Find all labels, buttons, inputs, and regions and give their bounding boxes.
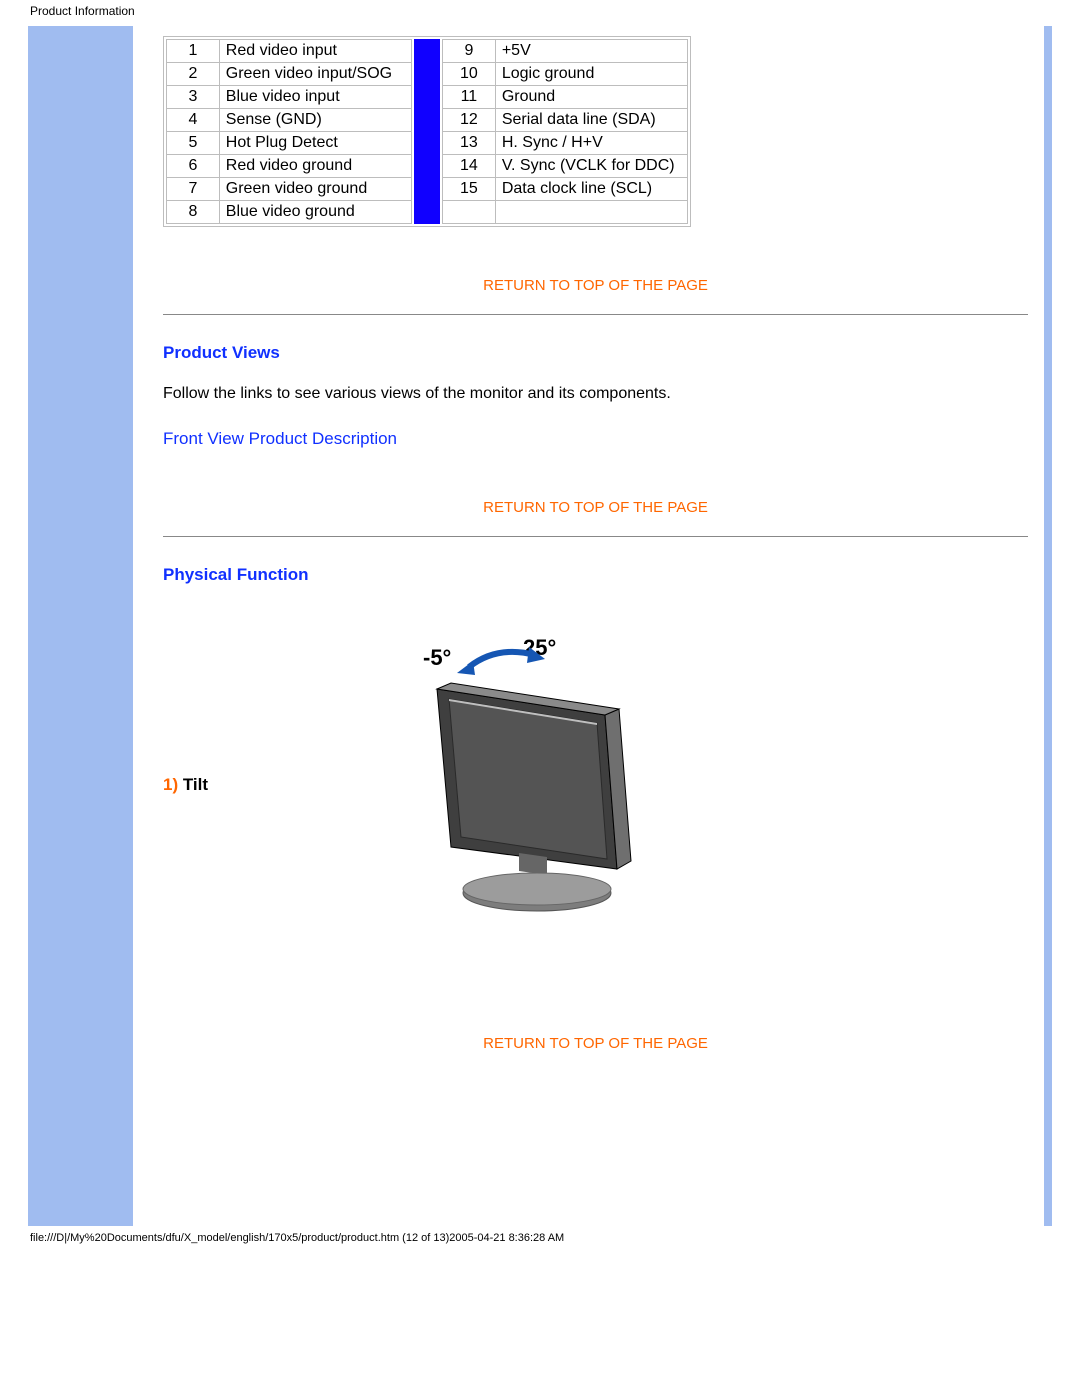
pin-num: 1 <box>167 40 220 63</box>
pin-desc: Red video ground <box>219 155 411 178</box>
pin-num: 10 <box>442 63 495 86</box>
pin-desc: Blue video input <box>219 86 411 109</box>
table-row: 14V. Sync (VCLK for DDC) <box>442 155 687 178</box>
page-header: Product Information <box>0 0 1080 26</box>
pin-desc: Blue video ground <box>219 201 411 224</box>
table-row: 15Data clock line (SCL) <box>442 178 687 201</box>
table-row: 4Sense (GND) <box>167 109 412 132</box>
pin-num: 14 <box>442 155 495 178</box>
table-row <box>442 201 687 224</box>
table-row: 6Red video ground <box>167 155 412 178</box>
pin-num: 2 <box>167 63 220 86</box>
monitor-icon <box>397 639 677 929</box>
return-top-link[interactable]: RETURN TO TOP OF THE PAGE <box>346 277 846 294</box>
pin-desc: Green video input/SOG <box>219 63 411 86</box>
divider <box>163 314 1028 315</box>
tilt-diagram: -5° 25° <box>393 635 693 935</box>
pin-desc: +5V <box>495 40 687 63</box>
pin-num: 9 <box>442 40 495 63</box>
tilt-text: Tilt <box>178 775 208 794</box>
pin-num: 13 <box>442 132 495 155</box>
tilt-number: 1) <box>163 775 178 794</box>
content-area: 1Red video input 2Green video input/SOG … <box>133 26 1044 1226</box>
pin-desc: Green video ground <box>219 178 411 201</box>
page-footer: file:///D|/My%20Documents/dfu/X_model/en… <box>0 1226 1080 1250</box>
pin-num: 4 <box>167 109 220 132</box>
table-row: 12Serial data line (SDA) <box>442 109 687 132</box>
pin-num: 8 <box>167 201 220 224</box>
table-row: 13H. Sync / H+V <box>442 132 687 155</box>
pin-desc: Ground <box>495 86 687 109</box>
table-row: 7Green video ground <box>167 178 412 201</box>
pin-desc: Hot Plug Detect <box>219 132 411 155</box>
divider <box>163 536 1028 537</box>
pin-desc: Data clock line (SCL) <box>495 178 687 201</box>
table-row: 1Red video input <box>167 40 412 63</box>
tilt-row: 1) Tilt -5° 25° <box>163 635 1028 935</box>
physical-function-heading: Physical Function <box>163 565 1028 585</box>
table-row: 5Hot Plug Detect <box>167 132 412 155</box>
pin-num: 15 <box>442 178 495 201</box>
pin-num: 12 <box>442 109 495 132</box>
table-row: 9+5V <box>442 40 687 63</box>
table-row: 11Ground <box>442 86 687 109</box>
product-views-heading: Product Views <box>163 343 1028 363</box>
pin-num: 5 <box>167 132 220 155</box>
pin-desc: Red video input <box>219 40 411 63</box>
product-views-body: Follow the links to see various views of… <box>163 385 1028 403</box>
pin-num: 7 <box>167 178 220 201</box>
tilt-label: 1) Tilt <box>163 775 393 795</box>
pin-desc: V. Sync (VCLK for DDC) <box>495 155 687 178</box>
front-view-link[interactable]: Front View Product Description <box>163 429 1028 449</box>
pin-table-left: 1Red video input 2Green video input/SOG … <box>166 39 412 224</box>
pin-desc: H. Sync / H+V <box>495 132 687 155</box>
table-row: 3Blue video input <box>167 86 412 109</box>
return-top-link[interactable]: RETURN TO TOP OF THE PAGE <box>346 499 846 516</box>
pin-assignment-table: 1Red video input 2Green video input/SOG … <box>163 36 691 227</box>
table-divider <box>414 39 440 224</box>
pin-num: 11 <box>442 86 495 109</box>
pin-num: 6 <box>167 155 220 178</box>
pin-desc: Serial data line (SDA) <box>495 109 687 132</box>
pin-num: 3 <box>167 86 220 109</box>
table-row: 10Logic ground <box>442 63 687 86</box>
return-top-link[interactable]: RETURN TO TOP OF THE PAGE <box>346 1035 846 1052</box>
pin-desc: Sense (GND) <box>219 109 411 132</box>
page-band: 1Red video input 2Green video input/SOG … <box>28 26 1052 1226</box>
pin-table-right: 9+5V 10Logic ground 11Ground 12Serial da… <box>442 39 688 224</box>
pin-desc: Logic ground <box>495 63 687 86</box>
table-row: 2Green video input/SOG <box>167 63 412 86</box>
table-row: 8Blue video ground <box>167 201 412 224</box>
